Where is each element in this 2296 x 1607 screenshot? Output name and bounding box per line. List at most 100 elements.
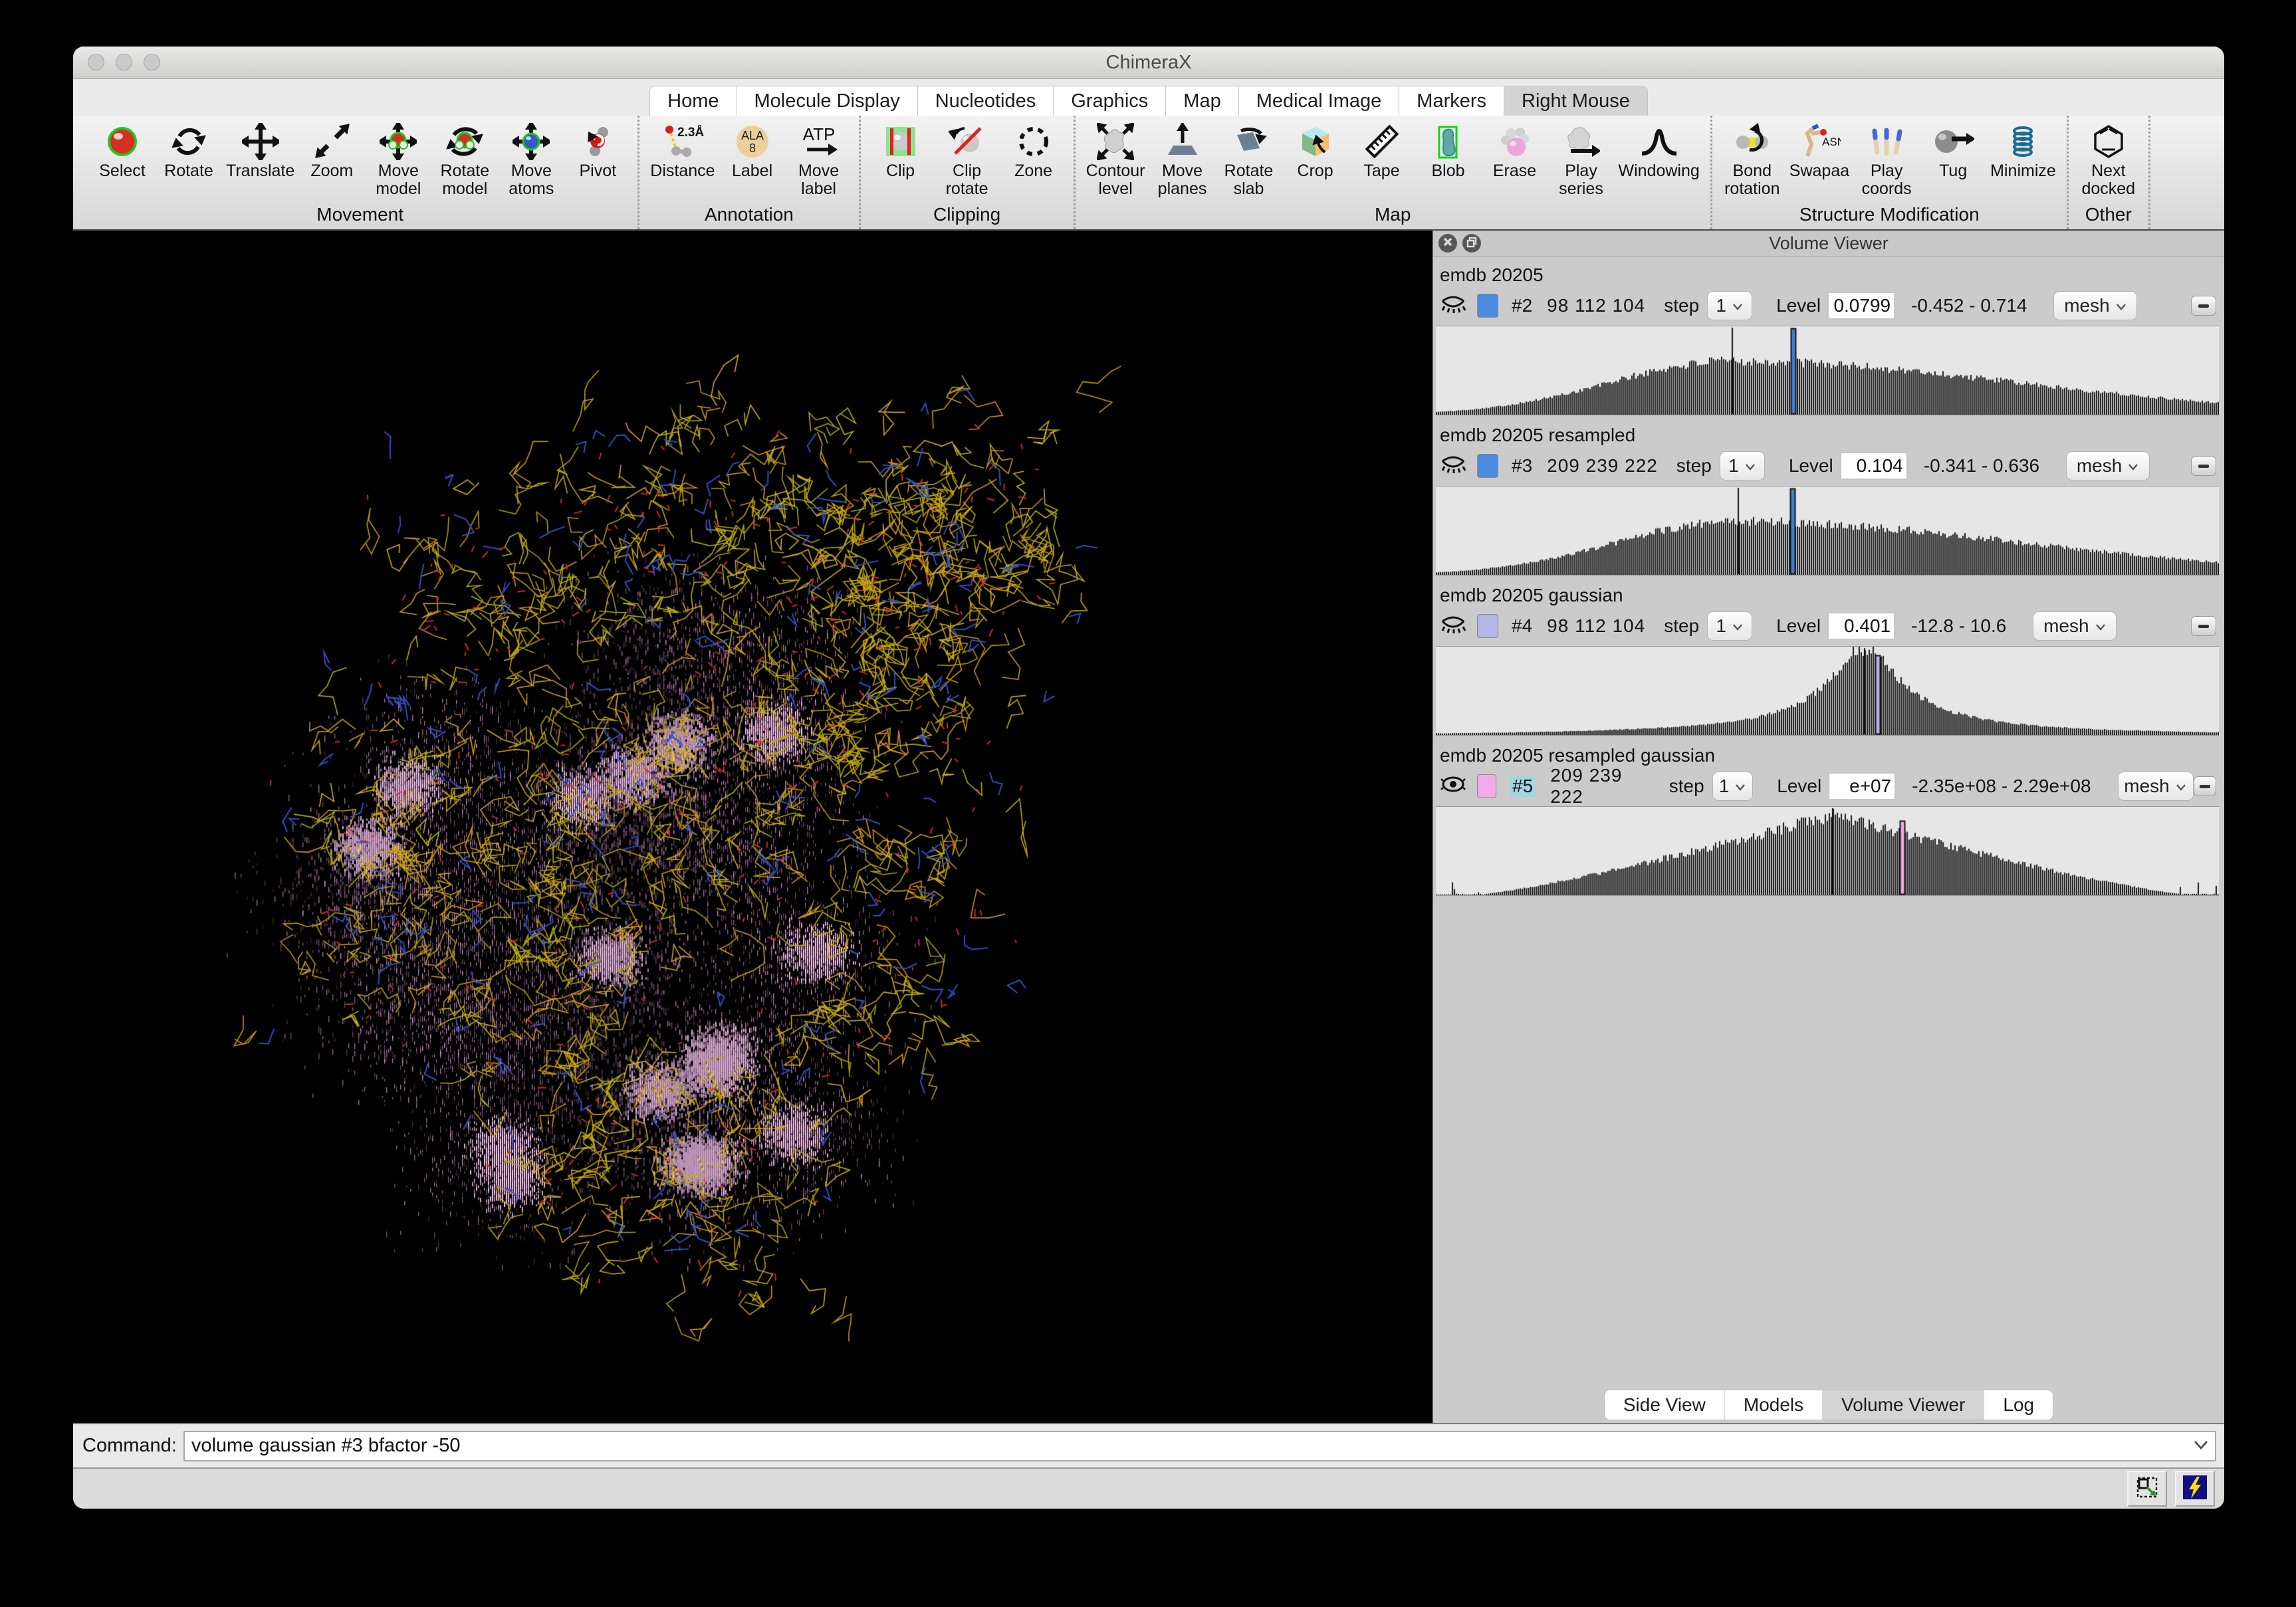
histogram-canvas[interactable] <box>1436 647 2219 735</box>
blue-sphere-move-icon <box>513 121 550 162</box>
level-input[interactable] <box>1828 772 1896 800</box>
level-input[interactable] <box>1840 452 1908 480</box>
toolbar-button-clip[interactable]: Clip <box>867 120 934 181</box>
color-swatch[interactable] <box>1477 454 1498 478</box>
style-select[interactable]: mesh <box>2053 291 2137 320</box>
toolbar-button-contour-level[interactable]: Contour level <box>1082 120 1149 199</box>
toolbar-button-label: Contour level <box>1086 162 1145 198</box>
tab-map[interactable]: Map <box>1165 86 1238 116</box>
tab-markers[interactable]: Markers <box>1399 86 1504 116</box>
toolbar-button-rotate-slab[interactable]: Rotate slab <box>1216 120 1282 199</box>
toolbar-button-play-series[interactable]: Play series <box>1548 120 1615 199</box>
tab-graphics[interactable]: Graphics <box>1053 86 1166 116</box>
bottom-tab-log[interactable]: Log <box>1984 1390 2053 1420</box>
blob-icon <box>1430 121 1467 162</box>
step-select[interactable]: 1 <box>1712 772 1754 801</box>
tab-medical-image[interactable]: Medical Image <box>1238 86 1400 116</box>
toolbar-button-move-model[interactable]: Move model <box>365 120 431 199</box>
toolbar-button-tape[interactable]: Tape <box>1349 120 1415 181</box>
toolbar-button-label[interactable]: ALA8Label <box>719 120 786 181</box>
ribbon-tab-bar: HomeMolecule DisplayNucleotidesGraphicsM… <box>73 79 2224 116</box>
toolbar-button-label: Erase <box>1493 162 1536 180</box>
molecule-render[interactable] <box>73 231 1433 1422</box>
clip-icon <box>882 121 919 162</box>
style-select[interactable]: mesh <box>2066 451 2150 481</box>
level-range: -0.341 - 0.636 <box>1924 455 2039 477</box>
volume-row-emdb-20205-resampled: emdb 20205 resampled#3209 239 222step1Le… <box>1433 425 2224 576</box>
toolbar-button-clip-rotate[interactable]: Clip rotate <box>934 120 1000 199</box>
toolbar-button-rotate-model[interactable]: Rotate model <box>431 120 498 199</box>
toolbar-button-minimize[interactable]: Minimize <box>1986 120 2060 181</box>
tab-nucleotides[interactable]: Nucleotides <box>917 86 1054 116</box>
close-button[interactable] <box>88 54 104 70</box>
toolbar-button-distance[interactable]: 2.3ÅDistance <box>646 120 719 181</box>
histogram[interactable] <box>1436 486 2219 576</box>
tab-right-mouse[interactable]: Right Mouse <box>1504 86 1648 116</box>
tab-home[interactable]: Home <box>649 86 737 116</box>
title-bar[interactable]: ChimeraX <box>73 47 2224 79</box>
eye-closed-icon[interactable] <box>1438 292 1468 320</box>
toolbar-button-pivot[interactable]: Pivot <box>564 120 631 181</box>
toolbar-button-zone[interactable]: Zone <box>1000 120 1067 181</box>
histogram[interactable] <box>1436 326 2219 415</box>
histogram-canvas[interactable] <box>1436 807 2219 895</box>
toolbar-button-erase[interactable]: Erase <box>1482 120 1548 181</box>
graphics-viewport[interactable] <box>73 231 1433 1423</box>
level-input[interactable] <box>1827 612 1895 640</box>
panel-close-button[interactable] <box>1438 234 1457 253</box>
bottom-tab-side-view[interactable]: Side View <box>1605 1390 1724 1420</box>
toolbar-button-move-label[interactable]: ATPMove label <box>786 120 852 199</box>
collapse-button[interactable] <box>2191 616 2216 636</box>
command-input[interactable] <box>183 1431 2216 1461</box>
toolbar-button-play-coords[interactable]: Play coords <box>1853 120 1920 199</box>
step-select[interactable]: 1 <box>1707 291 1752 320</box>
color-swatch[interactable] <box>1477 774 1496 798</box>
bottom-tab-volume-viewer[interactable]: Volume Viewer <box>1822 1390 1984 1420</box>
resize-tool-button[interactable] <box>2127 1471 2167 1507</box>
toolbar-button-zoom[interactable]: Zoom <box>298 120 365 181</box>
toolbar-button-bond-rotation[interactable]: Bond rotation <box>1719 120 1785 199</box>
step-select[interactable]: 1 <box>1707 611 1752 641</box>
model-id: #3 <box>1512 455 1532 477</box>
collapse-button[interactable] <box>2194 776 2217 796</box>
toolbar-button-swapaa[interactable]: ASNSwapaa <box>1785 120 1853 181</box>
toolbar-button-move-atoms[interactable]: Move atoms <box>498 120 564 199</box>
eye-closed-icon[interactable] <box>1438 612 1468 641</box>
histogram-canvas[interactable] <box>1436 486 2219 575</box>
toolbar-button-label: Zone <box>1014 162 1052 180</box>
toolbar-button-move-planes[interactable]: Move planes <box>1149 120 1216 199</box>
histogram-canvas[interactable] <box>1436 326 2219 415</box>
command-bar: Command: <box>73 1423 2224 1467</box>
color-swatch[interactable] <box>1477 294 1498 318</box>
command-history-chevron-icon[interactable] <box>2192 1439 2210 1455</box>
level-range: -12.8 - 10.6 <box>1911 615 2006 637</box>
toolbar-button-select[interactable]: Select <box>89 120 156 181</box>
panel-title: Volume Viewer <box>1769 233 1889 254</box>
level-input[interactable] <box>1827 292 1895 320</box>
toolbar-button-crop[interactable]: Crop <box>1282 120 1349 181</box>
style-select[interactable]: mesh <box>2033 611 2117 641</box>
toolbar-button-label: Zoom <box>310 162 353 180</box>
histogram[interactable] <box>1436 646 2219 736</box>
toolbar-button-rotate[interactable]: Rotate <box>156 120 222 181</box>
step-select[interactable]: 1 <box>1720 451 1765 481</box>
tab-molecule-display[interactable]: Molecule Display <box>737 86 918 116</box>
toolbar-button-blob[interactable]: Blob <box>1415 120 1482 181</box>
toolbar-button-next-docked[interactable]: Next docked <box>2075 120 2142 199</box>
toolbar-button-tug[interactable]: Tug <box>1920 120 1986 181</box>
collapse-button[interactable] <box>2191 456 2216 476</box>
panel-float-button[interactable] <box>1462 234 1481 253</box>
color-swatch[interactable] <box>1477 614 1498 638</box>
toolbar-button-translate[interactable]: Translate <box>222 120 298 181</box>
eye-open-icon[interactable] <box>1438 772 1468 801</box>
eye-closed-icon[interactable] <box>1438 452 1468 481</box>
histogram[interactable] <box>1436 806 2219 896</box>
minimize-button[interactable] <box>116 54 132 70</box>
minus-icon <box>2198 304 2209 308</box>
bottom-tab-models[interactable]: Models <box>1724 1390 1822 1420</box>
collapse-button[interactable] <box>2191 296 2216 316</box>
zoom-button[interactable] <box>144 54 160 70</box>
style-select[interactable]: mesh <box>2118 772 2194 801</box>
toolbar-button-windowing[interactable]: Windowing <box>1615 120 1704 181</box>
speed-tool-button[interactable] <box>2175 1471 2215 1507</box>
